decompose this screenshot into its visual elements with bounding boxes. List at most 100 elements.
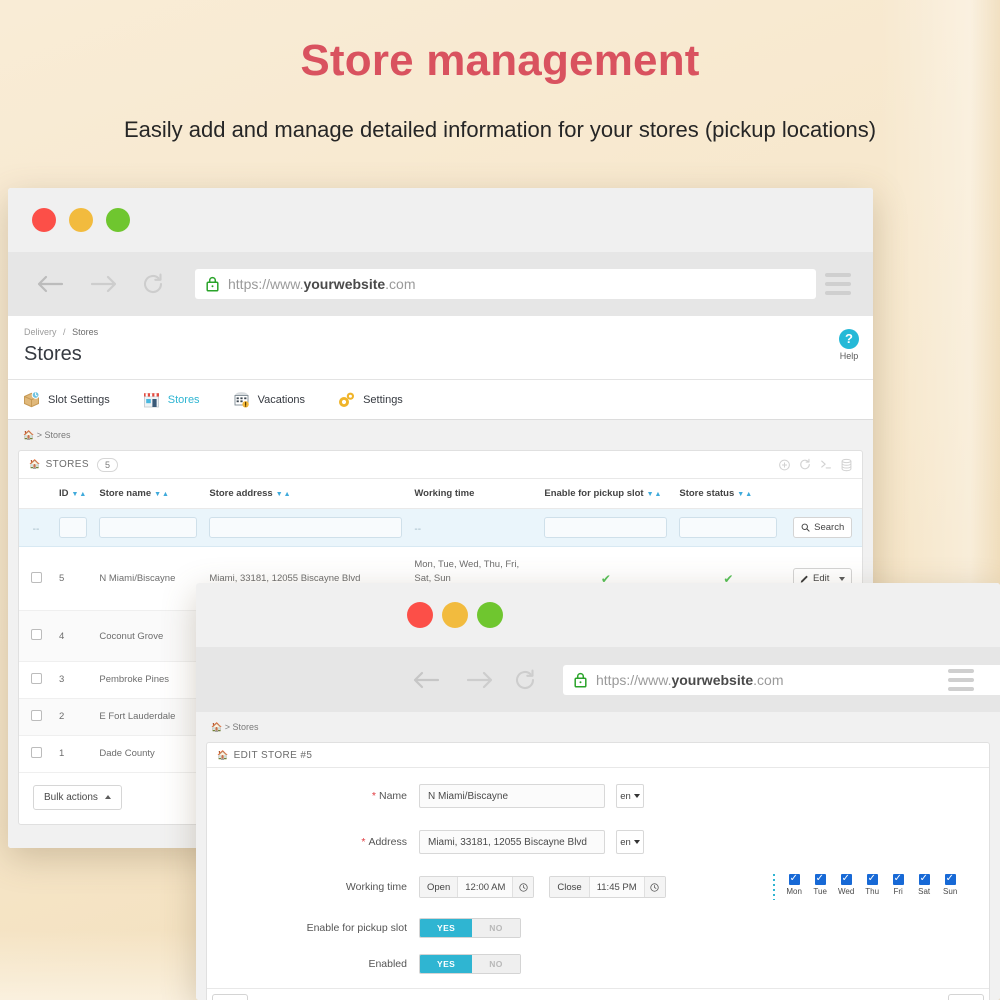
open-time-input[interactable]: 12:00 AM bbox=[458, 877, 514, 897]
col-pickup-slot[interactable]: Enable for pickup slot ▼▲ bbox=[538, 479, 674, 509]
day-wed-checkbox[interactable] bbox=[840, 872, 852, 885]
window-close-dot[interactable] bbox=[407, 602, 433, 628]
chevron-down-icon bbox=[633, 840, 640, 844]
window-maximize-dot[interactable] bbox=[477, 602, 503, 628]
clock-icon[interactable] bbox=[644, 877, 665, 897]
name-language-selector[interactable]: en bbox=[616, 784, 644, 808]
reload-icon[interactable] bbox=[141, 272, 165, 296]
row-id: 3 bbox=[53, 661, 94, 699]
day-thu-checkbox[interactable] bbox=[866, 872, 878, 885]
clock-icon[interactable] bbox=[513, 877, 534, 897]
col-id[interactable]: ID ▼▲ bbox=[53, 479, 94, 509]
row-checkbox-cell bbox=[19, 735, 53, 773]
search-button-label: Search bbox=[814, 522, 845, 533]
filter-id-input[interactable] bbox=[59, 517, 88, 538]
panel-tools bbox=[779, 458, 852, 471]
sort-arrows-pickup[interactable]: ▼▲ bbox=[647, 491, 663, 498]
sort-arrows-store-name[interactable]: ▼▲ bbox=[154, 491, 170, 498]
filter-name-input[interactable] bbox=[99, 517, 198, 538]
pickup-slot-toggle[interactable]: YES NO bbox=[419, 918, 521, 938]
row-checkbox[interactable] bbox=[30, 672, 42, 684]
stores-panel-header: 🏠 STORES 5 bbox=[19, 451, 862, 479]
arrow-left-icon[interactable] bbox=[412, 669, 442, 691]
filter-pickup-select[interactable] bbox=[544, 517, 668, 538]
enabled-yes[interactable]: YES bbox=[420, 955, 473, 973]
filter-status-select[interactable] bbox=[679, 517, 778, 538]
chevron-down-icon[interactable] bbox=[839, 576, 846, 581]
plus-icon[interactable] bbox=[779, 459, 790, 470]
refresh-icon[interactable] bbox=[799, 458, 811, 471]
arrow-right-icon[interactable] bbox=[88, 273, 118, 295]
day-sun[interactable]: Sun bbox=[941, 872, 960, 896]
day-sat-checkbox[interactable] bbox=[918, 872, 930, 885]
sort-arrows-status[interactable]: ▼▲ bbox=[737, 491, 753, 498]
enabled-no[interactable]: NO bbox=[472, 955, 520, 973]
window-minimize-dot[interactable] bbox=[69, 208, 93, 232]
col-select bbox=[19, 479, 53, 509]
name-input[interactable]: N Miami/Biscayne bbox=[419, 784, 605, 808]
pickup-slot-yes[interactable]: YES bbox=[420, 919, 473, 937]
bulk-actions-button[interactable]: Bulk actions bbox=[33, 784, 122, 810]
browser-urlbar-front: https://www.yourwebsite.com bbox=[196, 647, 1000, 712]
close-time-input[interactable]: 11:45 PM bbox=[589, 877, 645, 897]
terminal-icon[interactable] bbox=[820, 459, 832, 471]
address-input[interactable]: Miami, 33181, 12055 Biscayne Blvd bbox=[419, 830, 605, 854]
working-days-group: Mon Tue Wed Thu Fri Sat Sun bbox=[785, 872, 960, 896]
url-input-back[interactable]: https://www.yourwebsite.com bbox=[195, 269, 816, 299]
save-button[interactable]: Save bbox=[948, 994, 984, 1000]
tab-stores[interactable]: Stores bbox=[142, 390, 200, 409]
col-store-name[interactable]: Store name ▼▲ bbox=[93, 479, 204, 509]
window-close-dot[interactable] bbox=[32, 208, 56, 232]
cancel-button[interactable]: Cancel bbox=[212, 994, 248, 1000]
tab-slot-settings[interactable]: Slot Settings bbox=[22, 390, 110, 409]
hamburger-menu-icon[interactable] bbox=[825, 273, 851, 295]
address-language-selector[interactable]: en bbox=[616, 830, 644, 854]
day-fri-checkbox[interactable] bbox=[892, 872, 904, 885]
day-fri[interactable]: Fri bbox=[889, 872, 908, 896]
day-thu[interactable]: Thu bbox=[863, 872, 882, 896]
arrow-right-icon[interactable] bbox=[464, 669, 494, 691]
day-wed[interactable]: Wed bbox=[837, 872, 856, 896]
tab-settings[interactable]: Settings bbox=[337, 390, 403, 409]
database-icon[interactable] bbox=[841, 458, 852, 471]
url-text-front: https://www.yourwebsite.com bbox=[596, 671, 784, 688]
help-button[interactable]: ? Help bbox=[839, 329, 859, 361]
form-row-name: * Name N Miami/Biscayne en bbox=[207, 784, 989, 808]
close-time-group[interactable]: Close 11:45 PM bbox=[549, 876, 666, 898]
day-tue[interactable]: Tue bbox=[811, 872, 830, 896]
filter-status-cell bbox=[673, 508, 784, 547]
window-maximize-dot[interactable] bbox=[106, 208, 130, 232]
row-working-days: Mon, Tue, Wed, Thu, Fri, Sat, Sun bbox=[414, 559, 520, 584]
search-icon bbox=[801, 523, 810, 532]
enabled-toggle[interactable]: YES NO bbox=[419, 954, 521, 974]
day-mon[interactable]: Mon bbox=[785, 872, 804, 896]
help-icon: ? bbox=[839, 329, 859, 349]
url-input-front[interactable]: https://www.yourwebsite.com bbox=[563, 664, 1000, 695]
hamburger-menu-icon[interactable] bbox=[948, 668, 974, 691]
row-checkbox[interactable] bbox=[30, 746, 42, 758]
open-time-group[interactable]: Open 12:00 AM bbox=[419, 876, 535, 898]
breadcrumb-parent[interactable]: Delivery bbox=[24, 327, 57, 337]
pickup-slot-no[interactable]: NO bbox=[472, 919, 520, 937]
pickup-slot-label: Enable for pickup slot bbox=[306, 922, 407, 934]
bulk-actions-label: Bulk actions bbox=[44, 791, 98, 803]
sort-arrows-store-address[interactable]: ▼▲ bbox=[276, 491, 292, 498]
col-store-status[interactable]: Store status ▼▲ bbox=[673, 479, 784, 509]
day-mon-checkbox[interactable] bbox=[788, 872, 800, 885]
row-checkbox[interactable] bbox=[30, 629, 42, 641]
row-checkbox-cell bbox=[19, 661, 53, 699]
reload-icon[interactable] bbox=[513, 668, 537, 692]
day-tue-checkbox[interactable] bbox=[814, 872, 826, 885]
col-store-address[interactable]: Store address ▼▲ bbox=[203, 479, 409, 509]
day-sat[interactable]: Sat bbox=[915, 872, 934, 896]
home-icon: 🏠 bbox=[29, 459, 41, 469]
tab-vacations[interactable]: Vacations bbox=[232, 390, 305, 409]
sort-arrows-id[interactable]: ▼▲ bbox=[72, 491, 88, 498]
window-minimize-dot[interactable] bbox=[442, 602, 468, 628]
day-sun-checkbox[interactable] bbox=[944, 872, 956, 885]
search-button[interactable]: Search bbox=[793, 517, 853, 538]
filter-address-input[interactable] bbox=[209, 517, 403, 538]
row-checkbox[interactable] bbox=[30, 571, 42, 583]
arrow-left-icon[interactable] bbox=[36, 273, 66, 295]
row-checkbox[interactable] bbox=[30, 709, 42, 721]
